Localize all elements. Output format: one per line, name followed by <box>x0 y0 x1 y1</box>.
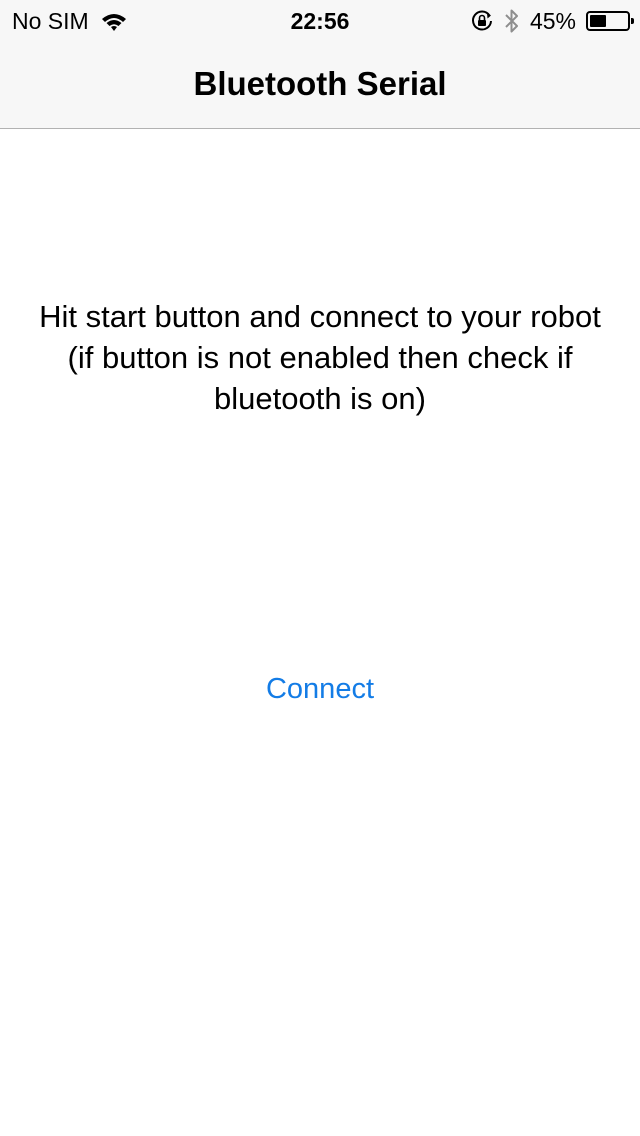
status-bar: No SIM 22:56 45% <box>0 0 640 40</box>
battery-icon <box>586 11 634 31</box>
battery-fill <box>590 15 606 27</box>
battery-nub <box>631 18 634 24</box>
status-right: 45% <box>460 7 634 35</box>
page-title: Bluetooth Serial <box>193 65 447 102</box>
navigation-bar: No SIM 22:56 45% Bluetooth Serial <box>0 0 640 129</box>
battery-percent: 45% <box>529 7 576 34</box>
bluetooth-icon <box>504 8 520 34</box>
connect-button[interactable]: Connect <box>220 668 420 710</box>
instructions-text: Hit start button and connect to your rob… <box>39 299 601 416</box>
orientation-lock-icon <box>470 9 494 33</box>
